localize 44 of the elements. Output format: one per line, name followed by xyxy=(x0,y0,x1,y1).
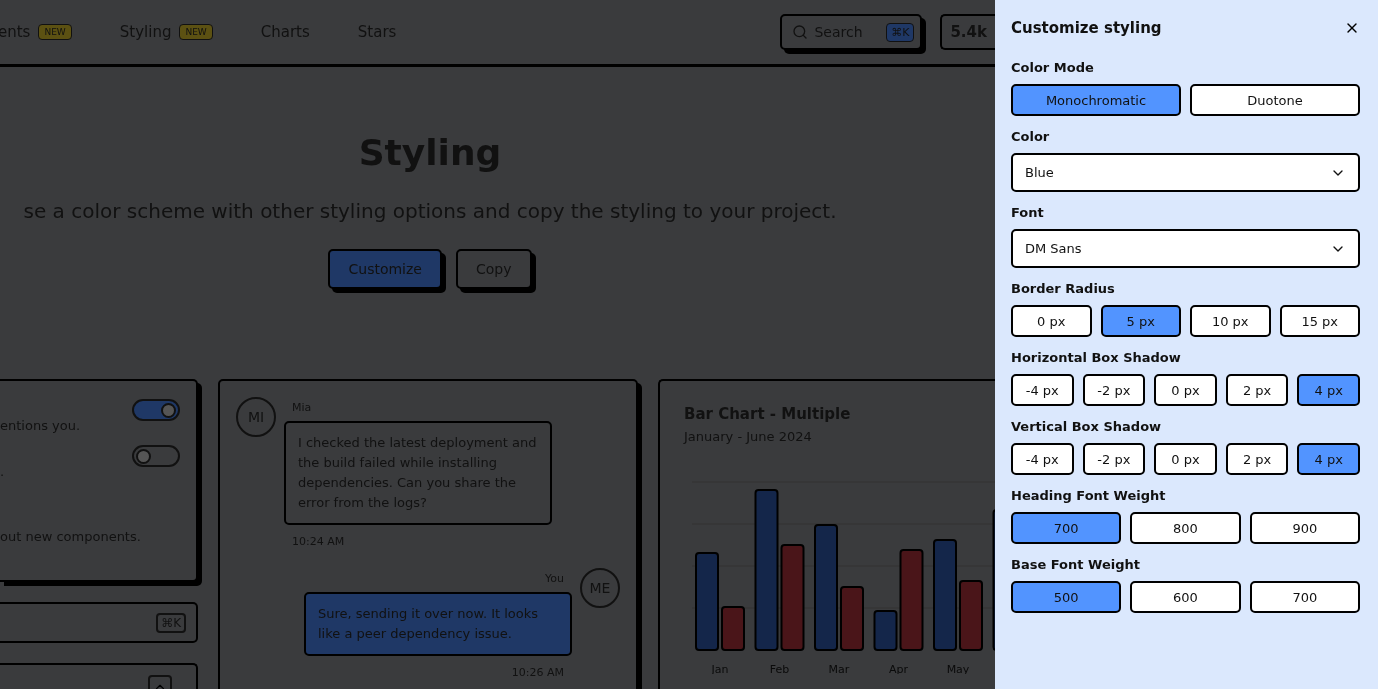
new-badge: NEW xyxy=(38,24,72,40)
section-label: Heading Font Weight xyxy=(1011,488,1167,504)
option-button[interactable]: 700 xyxy=(1011,512,1122,544)
option-button[interactable]: 2 px xyxy=(1225,374,1289,406)
option-button[interactable]: 600 xyxy=(1130,581,1241,613)
bar xyxy=(959,580,983,651)
option-button[interactable]: 2 px xyxy=(1225,443,1289,475)
section-label: Horizontal Box Shadow xyxy=(1011,350,1182,366)
option-button[interactable]: Duotone xyxy=(1190,84,1360,116)
search-icon xyxy=(792,24,809,40)
section-label: Color Mode xyxy=(1011,60,1095,76)
toggle-switch[interactable] xyxy=(132,445,180,467)
dropdown-select[interactable]: Blue xyxy=(1011,153,1360,192)
dropdown-select[interactable]: DM Sans xyxy=(1011,229,1360,268)
section-label: Color xyxy=(1011,129,1051,145)
new-badge: NEW xyxy=(179,24,213,40)
option-button[interactable]: 500 xyxy=(1011,581,1122,613)
section-label: Font xyxy=(1011,205,1045,221)
option-button[interactable]: 800 xyxy=(1130,512,1241,544)
option-button[interactable]: 4 px xyxy=(1297,443,1360,475)
option-button[interactable]: -2 px xyxy=(1082,374,1146,406)
panel-title: Customize styling xyxy=(1011,19,1162,37)
option-button[interactable]: 900 xyxy=(1249,512,1360,544)
section-label: Border Radius xyxy=(1011,281,1116,297)
option-button[interactable]: 15 px xyxy=(1279,305,1360,337)
option-button[interactable]: 700 xyxy=(1249,581,1360,613)
option-button[interactable]: -2 px xyxy=(1082,443,1146,475)
option-button[interactable]: -4 px xyxy=(1011,374,1074,406)
option-button[interactable]: 0 px xyxy=(1154,443,1217,475)
option-button[interactable]: 10 px xyxy=(1190,305,1271,337)
option-button[interactable]: 0 px xyxy=(1154,374,1217,406)
setting-description: . xyxy=(0,464,6,479)
section-label: Vertical Box Shadow xyxy=(1011,419,1163,435)
option-button[interactable]: 0 px xyxy=(1011,305,1092,337)
option-button[interactable]: 5 px xyxy=(1100,305,1181,337)
bar xyxy=(721,606,745,651)
shortcut-key: ⌘K xyxy=(886,22,915,42)
message-bubble: Sure, sending it over now. It looks like a peer dependency issue. xyxy=(304,592,572,656)
section-label: Base Font Weight xyxy=(1011,557,1141,573)
option-button[interactable]: 4 px xyxy=(1297,374,1360,406)
bar xyxy=(840,586,864,651)
option-button[interactable]: Monochromatic xyxy=(1011,84,1181,116)
option-button[interactable]: -4 px xyxy=(1011,443,1074,475)
toggle-switch[interactable] xyxy=(132,399,180,421)
